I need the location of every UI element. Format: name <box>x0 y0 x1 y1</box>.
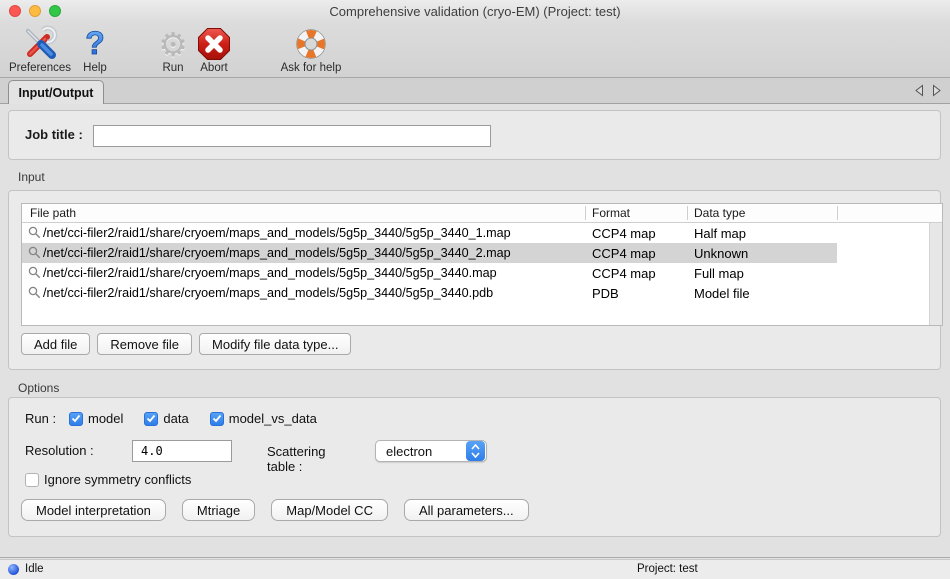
window-title: Comprehensive validation (cryo-EM) (Proj… <box>329 4 620 19</box>
data-type-cell: Half map <box>694 226 746 241</box>
toolbar: Preferences ? Help ⚙ Run <box>0 22 950 78</box>
project-status-text: Project: test <box>637 563 698 575</box>
job-title-input[interactable] <box>93 125 491 147</box>
table-row-selected[interactable]: /net/cci-filer2/raid1/share/cryoem/maps_… <box>22 243 942 263</box>
file-path-cell: /net/cci-filer2/raid1/share/cryoem/maps_… <box>43 286 493 300</box>
checkbox-unchecked-icon <box>25 473 39 487</box>
svg-text:?: ? <box>85 25 105 61</box>
options-section-label: Options <box>18 381 59 395</box>
modify-file-data-type-button[interactable]: Modify file data type... <box>199 333 351 355</box>
gear-icon: ⚙ <box>153 24 193 61</box>
tab-input-output[interactable]: Input/Output <box>8 80 104 104</box>
file-table-header[interactable]: File path Format Data type <box>22 204 942 223</box>
magnifier-icon <box>28 246 41 259</box>
abort-button[interactable]: Abort <box>190 24 238 76</box>
ask-for-help-button[interactable]: Ask for help <box>270 24 352 76</box>
status-text: Idle <box>25 563 44 575</box>
file-table[interactable]: File path Format Data type /net/cci-file… <box>21 203 943 326</box>
checkbox-model-vs-data[interactable]: model_vs_data <box>210 411 317 426</box>
lifebuoy-icon <box>270 24 352 61</box>
all-parameters-button[interactable]: All parameters... <box>404 499 529 521</box>
help-label: Help <box>73 62 117 74</box>
format-cell: CCP4 map <box>592 266 656 281</box>
title-bar: Comprehensive validation (cryo-EM) (Proj… <box>0 0 950 22</box>
remove-file-button[interactable]: Remove file <box>97 333 192 355</box>
status-bar: Idle Project: test <box>0 559 950 579</box>
column-header-file-path[interactable]: File path <box>30 206 76 220</box>
run-checkboxes-label: Run : <box>25 411 69 426</box>
model-interpretation-button[interactable]: Model interpretation <box>21 499 166 521</box>
format-cell: PDB <box>592 286 619 301</box>
help-button[interactable]: ? Help <box>73 24 117 76</box>
status-idle-icon <box>8 564 19 575</box>
column-header-data-type[interactable]: Data type <box>694 206 745 220</box>
resolution-input[interactable] <box>132 440 232 462</box>
file-path-cell: /net/cci-filer2/raid1/share/cryoem/maps_… <box>43 266 497 280</box>
ask-for-help-label: Ask for help <box>270 62 352 74</box>
resolution-label: Resolution : <box>25 443 94 458</box>
data-type-cell: Full map <box>694 266 744 281</box>
checkbox-checked-icon <box>144 412 158 426</box>
run-button[interactable]: ⚙ Run <box>153 24 193 76</box>
table-scrollbar[interactable] <box>929 223 942 325</box>
checkbox-checked-icon <box>69 412 83 426</box>
minimize-window-button[interactable] <box>29 5 41 17</box>
data-type-cell: Model file <box>694 286 750 301</box>
options-section-group: Run : model data model_vs_data <box>8 397 941 537</box>
input-output-panel: Job title : Input File path Format Data … <box>0 104 950 558</box>
stop-x-icon <box>190 24 238 61</box>
ignore-symmetry-checkbox[interactable]: Ignore symmetry conflicts <box>25 472 191 487</box>
scattering-table-label: Scattering table : <box>267 444 326 474</box>
magnifier-icon <box>28 226 41 239</box>
next-tab-arrow-icon[interactable] <box>932 84 942 97</box>
format-cell: CCP4 map <box>592 246 656 261</box>
file-path-cell: /net/cci-filer2/raid1/share/cryoem/maps_… <box>43 226 511 240</box>
preferences-button[interactable]: Preferences <box>1 24 79 76</box>
checkbox-model-label: model <box>88 411 123 426</box>
add-file-button[interactable]: Add file <box>21 333 90 355</box>
zoom-window-button[interactable] <box>49 5 61 17</box>
tab-label: Input/Output <box>19 86 94 100</box>
data-type-cell: Unknown <box>694 246 748 261</box>
map-model-cc-button[interactable]: Map/Model CC <box>271 499 388 521</box>
column-header-format[interactable]: Format <box>592 206 630 220</box>
table-row[interactable]: /net/cci-filer2/raid1/share/cryoem/maps_… <box>22 223 942 243</box>
format-cell: CCP4 map <box>592 226 656 241</box>
preferences-label: Preferences <box>1 62 79 74</box>
close-window-button[interactable] <box>9 5 21 17</box>
job-title-group: Job title : <box>8 110 941 160</box>
input-section-group: File path Format Data type /net/cci-file… <box>8 190 941 370</box>
job-title-label: Job title : <box>25 127 83 142</box>
table-row[interactable]: /net/cci-filer2/raid1/share/cryoem/maps_… <box>22 283 942 303</box>
scattering-table-value: electron <box>376 444 466 459</box>
scattering-table-dropdown[interactable]: electron <box>375 440 487 462</box>
file-path-cell: /net/cci-filer2/raid1/share/cryoem/maps_… <box>43 246 511 260</box>
question-mark-icon: ? <box>73 24 117 61</box>
checkbox-checked-icon <box>210 412 224 426</box>
checkbox-model[interactable]: model <box>69 411 123 426</box>
dropdown-chevrons-icon <box>466 441 485 461</box>
checkbox-model-vs-data-label: model_vs_data <box>229 411 317 426</box>
table-row[interactable]: /net/cci-filer2/raid1/share/cryoem/maps_… <box>22 263 942 283</box>
mtriage-button[interactable]: Mtriage <box>182 499 255 521</box>
tab-bar: Input/Output <box>0 78 950 104</box>
abort-label: Abort <box>190 62 238 74</box>
magnifier-icon <box>28 266 41 279</box>
tools-icon <box>1 24 79 61</box>
prev-tab-arrow-icon[interactable] <box>914 84 924 97</box>
magnifier-icon <box>28 286 41 299</box>
window-controls <box>9 5 61 17</box>
checkbox-data-label: data <box>163 411 188 426</box>
checkbox-data[interactable]: data <box>144 411 188 426</box>
ignore-symmetry-label: Ignore symmetry conflicts <box>44 472 191 487</box>
input-section-label: Input <box>18 170 45 184</box>
